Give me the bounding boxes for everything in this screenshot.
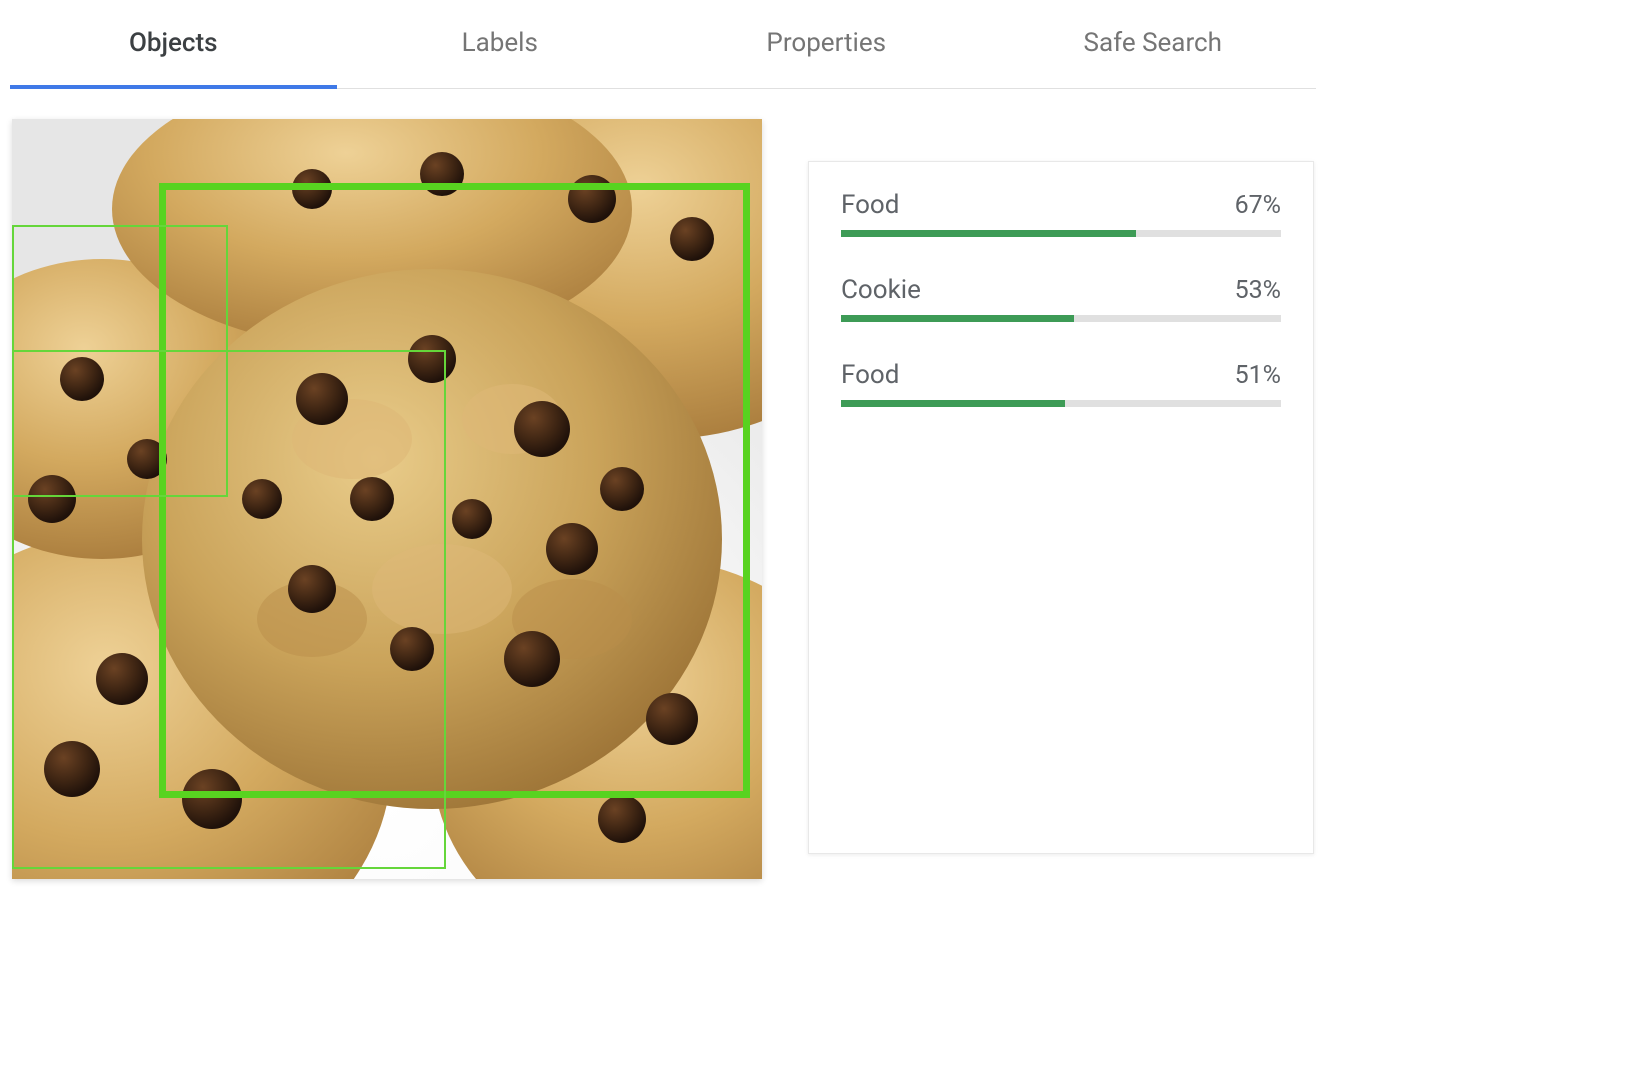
result-percentage: 51% [1235,361,1281,390]
tab-label: Objects [129,28,218,58]
result-head: Food 67% [841,190,1281,220]
tab-label: Labels [462,28,538,58]
result-row[interactable]: Food 51% [841,360,1281,407]
confidence-bar [841,230,1281,237]
tab-properties[interactable]: Properties [663,0,990,88]
cookies-photo-icon [12,119,762,879]
confidence-bar-fill [841,400,1065,407]
result-label: Food [841,190,899,220]
confidence-bar-fill [841,315,1074,322]
tab-safe-search[interactable]: Safe Search [990,0,1317,88]
tabs-bar: Objects Labels Properties Safe Search [10,0,1316,89]
confidence-bar [841,315,1281,322]
result-label: Food [841,360,899,390]
result-row[interactable]: Food 67% [841,190,1281,237]
results-panel: Food 67% Cookie 53% Food 51% [808,161,1314,854]
result-percentage: 53% [1235,276,1281,305]
result-head: Cookie 53% [841,275,1281,305]
tab-labels[interactable]: Labels [337,0,664,88]
result-percentage: 67% [1235,191,1281,220]
analyzed-image[interactable] [12,119,762,879]
result-label: Cookie [841,275,921,305]
tab-label: Safe Search [1084,28,1222,58]
result-row[interactable]: Cookie 53% [841,275,1281,322]
tab-objects[interactable]: Objects [10,0,337,88]
confidence-bar-fill [841,230,1136,237]
result-head: Food 51% [841,360,1281,390]
tab-label: Properties [766,28,886,58]
content-area: Food 67% Cookie 53% Food 51% [0,89,1646,879]
confidence-bar [841,400,1281,407]
